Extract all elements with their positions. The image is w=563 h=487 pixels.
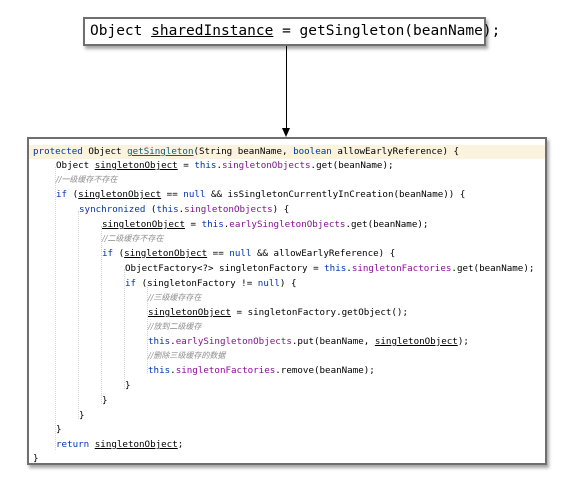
code-comment: //二级缓存不存在 — [102, 234, 164, 243]
singleton-call-box: Object sharedInstance = getSingleton(bea… — [83, 17, 500, 46]
type-name: Object — [90, 23, 143, 39]
code-comment: //放到二级缓存 — [148, 322, 202, 331]
arrow-head-icon — [282, 128, 290, 137]
code-line: singletonObject = singletonFactory.getOb… — [148, 307, 408, 318]
closing-brace: } — [125, 380, 131, 391]
closing-brace: } — [102, 395, 108, 406]
code-line: this.earlySingletonObjects.put(beanName,… — [148, 336, 469, 347]
code-comment: //一级缓存不存在 — [56, 175, 118, 184]
code-line: synchronized (this.singletonObjects) { — [79, 204, 290, 215]
closing-brace: } — [33, 453, 39, 464]
connector-line — [286, 46, 287, 130]
code-line: ObjectFactory<?> singletonFactory = this… — [125, 263, 535, 274]
code-line: Object singletonObject = this.singletonO… — [56, 160, 394, 171]
code-line-return: return singletonObject; — [56, 439, 184, 450]
call-rhs: = getSingleton(beanName); — [282, 23, 501, 39]
code-line: if (singletonObject == null && allowEarl… — [102, 248, 396, 259]
code-line: singletonObject = this.earlySingletonObj… — [102, 219, 429, 230]
code-comment: //删除三级缓存的数据 — [148, 351, 226, 360]
code-line: if (singletonFactory != null) { — [125, 278, 297, 289]
code-line: this.singletonFactories.remove(beanName)… — [148, 365, 375, 376]
get-singleton-code-box: protected Object getSingleton(String bea… — [27, 137, 547, 465]
code-comment: //三级缓存存在 — [148, 293, 202, 302]
code-line-signature: protected Object getSingleton(String bea… — [29, 145, 545, 159]
indent-guide — [55, 167, 56, 450]
closing-brace: } — [79, 410, 85, 421]
code-line: if (singletonObject == null && isSinglet… — [56, 189, 466, 200]
closing-brace: } — [56, 424, 62, 435]
indent-guide — [78, 211, 79, 419]
shared-instance-var: sharedInstance — [151, 23, 274, 39]
